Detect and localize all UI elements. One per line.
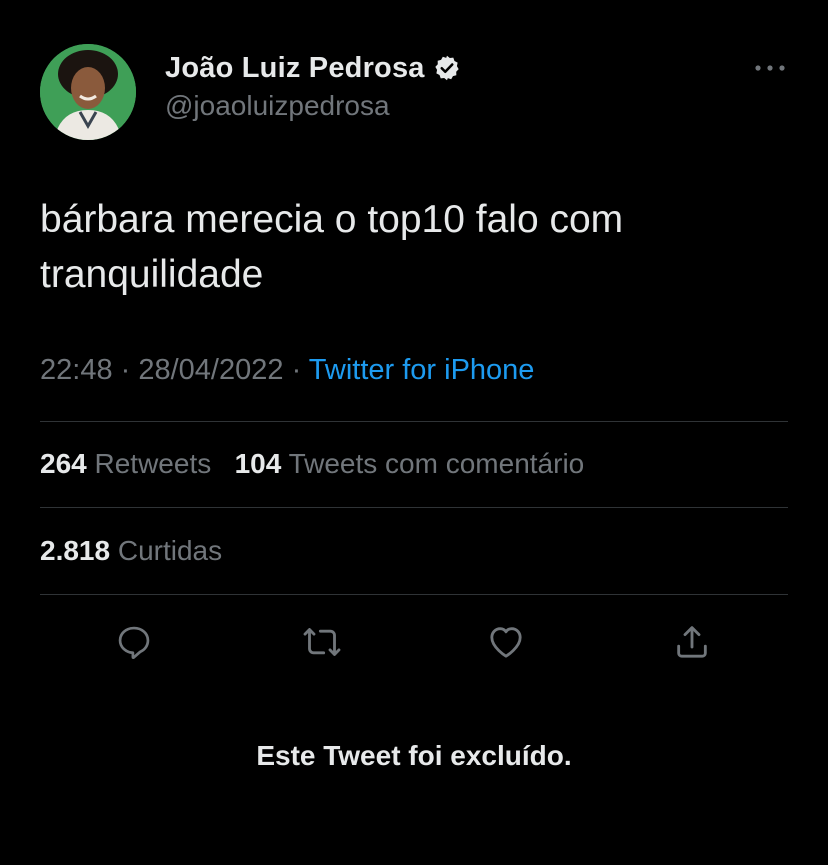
tweet-text-line: bárbara merecia o top10 falo com (40, 198, 624, 241)
divider (40, 594, 788, 595)
retweets-stat[interactable]: 264 Retweets (40, 448, 211, 479)
verified-badge-icon (433, 54, 461, 82)
meta-separator: · (283, 354, 309, 386)
more-icon (755, 65, 785, 71)
author-display-name[interactable]: João Luiz Pedrosa (165, 52, 425, 85)
engagement-stats-row: 264 Retweets 104 Tweets com comentário (40, 448, 584, 480)
quotes-label: Tweets com comentário (288, 448, 585, 479)
tweet-time[interactable]: 22:48 (40, 354, 113, 386)
quotes-count: 104 (234, 448, 282, 479)
share-icon (677, 626, 707, 658)
likes-label: Curtidas (117, 535, 223, 566)
retweet-icon (303, 628, 341, 656)
retweet-button[interactable] (294, 614, 350, 670)
divider (40, 421, 788, 422)
tweet-action-bar (40, 614, 788, 670)
author-name-row[interactable]: João Luiz Pedrosa (165, 50, 461, 86)
tweet-text: bárbara merecia o top10 falo com tranqui… (40, 192, 780, 302)
likes-stat[interactable]: 2.818 Curtidas (40, 535, 222, 567)
tweet-text-line: tranquilidade (40, 253, 264, 296)
tweet-metadata: 22:48 · 28/04/2022 · Twitter for iPhone (40, 354, 534, 387)
share-button[interactable] (664, 614, 720, 670)
retweets-label: Retweets (94, 448, 212, 479)
reply-icon (118, 626, 150, 660)
tweet-source-link[interactable]: Twitter for iPhone (309, 354, 535, 386)
like-button[interactable] (478, 614, 534, 670)
divider (40, 507, 788, 508)
like-icon (490, 627, 522, 658)
author-handle[interactable]: @joaoluizpedrosa (165, 90, 390, 122)
more-options-button[interactable] (750, 56, 790, 80)
meta-separator: · (112, 354, 139, 386)
deleted-tweet-notice: Este Tweet foi excluído. (256, 740, 572, 771)
likes-count: 2.818 (40, 535, 111, 566)
tweet-date[interactable]: 28/04/2022 (138, 354, 283, 386)
avatar[interactable] (40, 44, 136, 140)
quotes-stat[interactable]: 104 Tweets com comentário (235, 448, 585, 479)
reply-button[interactable] (106, 614, 162, 670)
avatar-image (40, 44, 136, 140)
retweets-count: 264 (40, 448, 87, 479)
